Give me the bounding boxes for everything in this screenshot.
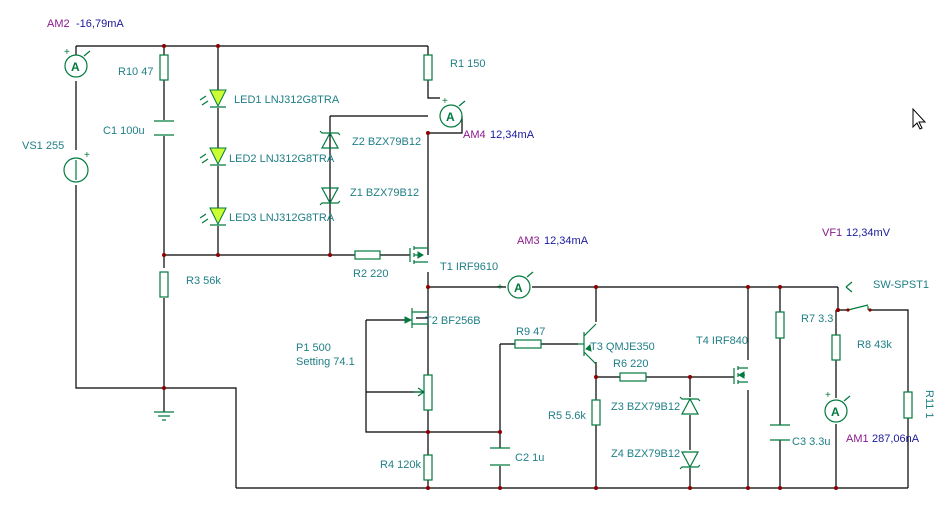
r11-label: R11 1 <box>923 390 935 419</box>
ammeter-am1[interactable]: A + <box>824 390 851 423</box>
vf1-name: VF1 <box>822 227 842 239</box>
t2-label: T2 BF256B <box>425 315 481 327</box>
mosfet-t1[interactable] <box>409 246 428 264</box>
component-labels: R10 47 C1 100u LED1 LNJ312G8TRA LED2 LNJ… <box>103 58 935 471</box>
resistor-r4 <box>423 454 433 481</box>
svg-text:A: A <box>446 110 455 124</box>
potentiometer-p1[interactable] <box>414 374 433 411</box>
resistor-r11 <box>903 391 913 419</box>
r5-label: R5 5.6k <box>548 410 586 422</box>
r1-label: R1 150 <box>450 58 485 70</box>
svg-text:A: A <box>514 281 523 295</box>
capacitor-c3[interactable] <box>770 424 790 441</box>
svg-text:+: + <box>64 47 70 58</box>
c3-label: C3 3.3u <box>792 436 831 448</box>
am4-value: 12,34mA <box>490 129 535 141</box>
vf1-value: 12,34mV <box>846 227 891 239</box>
resistor-r7 <box>775 311 785 339</box>
led-led3[interactable] <box>199 207 227 226</box>
svg-text:A: A <box>71 60 80 74</box>
am3-name: AM3 <box>517 235 540 247</box>
t4-label: T4 IRF840 <box>696 335 748 347</box>
switch-sw-spst1[interactable] <box>846 304 872 312</box>
am2-value: -16,79mA <box>76 18 124 30</box>
resistor-r1 <box>423 54 433 81</box>
p1-label: P1 500 <box>296 342 331 354</box>
led1-label: LED1 LNJ312G8TRA <box>234 94 340 106</box>
resistors[interactable] <box>159 54 913 481</box>
ammeter-am3[interactable]: A + <box>497 271 534 299</box>
mosfet-t4[interactable] <box>733 366 748 384</box>
svg-text:+: + <box>825 390 831 401</box>
capacitor-c2[interactable] <box>490 447 510 466</box>
r8-label: R8 43k <box>857 339 892 351</box>
svg-text:A: A <box>831 405 840 419</box>
resistor-r6 <box>619 372 647 382</box>
t3-label: T3 QMJE350 <box>590 341 655 353</box>
ammeter-am4[interactable]: A + <box>439 96 466 128</box>
svg-text:+: + <box>84 150 90 161</box>
z2-label: Z2 BZX79B12 <box>352 136 421 148</box>
r7-label: R7 3.3 <box>801 313 833 325</box>
junction-nodes <box>162 44 840 490</box>
led2-label: LED2 LNJ312G8TRA <box>229 153 335 165</box>
resistor-r3 <box>159 271 169 298</box>
am1-name: AM1 <box>846 433 869 445</box>
t1-label: T1 IRF9610 <box>440 261 498 273</box>
led-led1[interactable] <box>199 89 227 108</box>
c1-label: C1 100u <box>103 125 145 137</box>
svg-text:+: + <box>497 282 503 293</box>
led-led2[interactable] <box>199 147 227 166</box>
am4-name: AM4 <box>463 129 486 141</box>
resistor-r10 <box>159 54 169 81</box>
c2-label: C2 1u <box>515 452 544 464</box>
resistor-r9 <box>514 339 542 349</box>
r6-label: R6 220 <box>613 358 648 370</box>
ammeter-am2[interactable]: A + <box>64 47 91 78</box>
switch-label: SW-SPST1 <box>873 279 929 291</box>
zener-z4[interactable] <box>679 451 701 470</box>
r4-label: R4 120k <box>380 459 421 471</box>
mouse-cursor-icon <box>912 107 927 130</box>
capacitor-c1[interactable] <box>154 120 174 136</box>
schematic-canvas: + VS1 255 A + AM2 -16,79mA A + AM4 12,34… <box>22 18 935 490</box>
z1-label: Z1 BZX79B12 <box>350 187 419 199</box>
svg-text:+: + <box>442 96 448 107</box>
r3-label: R3 56k <box>186 275 221 287</box>
resistor-r5 <box>591 399 601 426</box>
am1-value: 287,06nA <box>872 433 920 445</box>
z3-label: Z3 BZX79B12 <box>611 401 680 413</box>
resistor-r8 <box>831 334 841 361</box>
voltage-source-vs1[interactable]: + <box>63 150 90 183</box>
z4-label: Z4 BZX79B12 <box>611 448 680 460</box>
zener-z3[interactable] <box>679 396 701 415</box>
resistor-r2 <box>354 250 381 260</box>
voltmeter-vf1[interactable] <box>845 281 853 293</box>
vs1-label: VS1 255 <box>22 140 64 152</box>
r10-label: R10 47 <box>118 66 153 78</box>
r9-label: R9 47 <box>516 326 545 338</box>
am3-value: 12,34mA <box>544 235 589 247</box>
led3-label: LED3 LNJ312G8TRA <box>229 212 335 224</box>
ground-icon <box>154 411 174 421</box>
p1-setting-label: Setting 74.1 <box>296 356 355 368</box>
r2-label: R2 220 <box>353 268 388 280</box>
am2-name: AM2 <box>47 18 70 30</box>
